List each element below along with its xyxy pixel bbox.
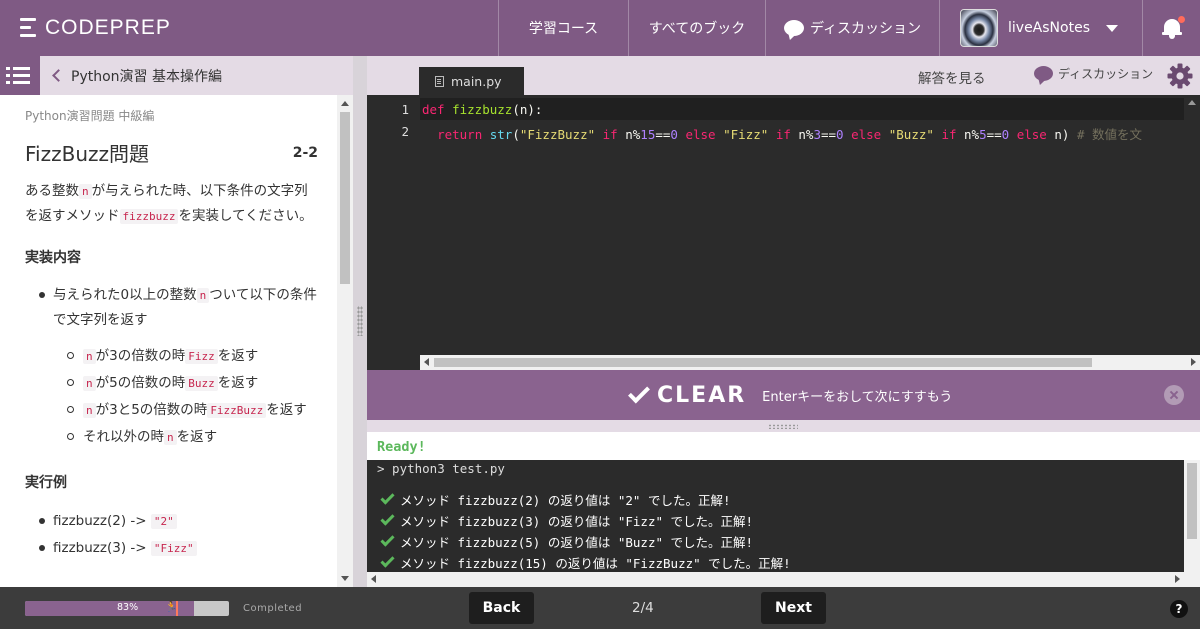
clear-banner: CLEAR Enterキーをおして次にすすもう <box>367 370 1200 420</box>
check-icon <box>628 381 650 403</box>
list-item: それ以外の時 n を返す <box>67 425 337 450</box>
console-output: > python3 test.py メソッド fizzbuzz(2) の返り値は… <box>367 460 1200 587</box>
top-nav: CODEPREP 学習コース すべてのブック ディスカッション liveAsNo… <box>0 0 1200 56</box>
list-item: n が3と5の倍数の時 FizzBuzz を返す <box>67 398 337 423</box>
clear-label: CLEAR <box>657 382 747 408</box>
discussion-link-label: ディスカッション <box>1058 67 1154 81</box>
show-answer-link[interactable]: 解答を見る <box>918 67 986 87</box>
example-heading: 実行例 <box>25 475 67 491</box>
username: liveAsNotes <box>1008 20 1090 36</box>
nav-discussion-label: ディスカッション <box>809 21 922 37</box>
problem-number: 2-2 <box>292 144 318 161</box>
file-tab-label: main.py <box>451 73 502 89</box>
close-icon[interactable] <box>1164 385 1184 405</box>
logo-text: CODEPREP <box>45 16 171 39</box>
list-item: fizzbuzz(3) -> "Fizz" <box>39 535 337 562</box>
chevron-left-icon[interactable] <box>52 69 65 82</box>
panel-splitter[interactable] <box>353 56 367 587</box>
help-button[interactable]: ? <box>1170 600 1188 618</box>
file-tab[interactable]: main.py <box>419 67 524 95</box>
test-result: メソッド fizzbuzz(5) の返り値は "Buzz" でした。正解! <box>380 532 753 551</box>
console-status: Ready! <box>377 439 426 455</box>
list-item: fizzbuzz(2) -> "2" <box>39 508 337 535</box>
app: CODEPREP 学習コース すべてのブック ディスカッション liveAsNo… <box>0 0 1200 629</box>
gear-icon[interactable] <box>1167 63 1193 89</box>
problem-description: ある整数 n が与えられた時、以下条件の文字列を返すメソッド fizzbuzz を実装し… <box>25 183 313 224</box>
chat-icon <box>783 20 804 36</box>
console-command: > python3 test.py <box>377 461 505 476</box>
next-button[interactable]: Next <box>761 592 826 624</box>
completed-label: Completed <box>243 603 303 614</box>
file-icon <box>435 75 444 87</box>
list-item: 与えられた0以上の整数 n ついて以下の条件で文字列を返す <box>39 283 337 332</box>
editor-hscrollbar[interactable] <box>420 355 1200 370</box>
nav-courses[interactable]: 学習コース <box>498 0 628 56</box>
impl-list: 与えられた0以上の整数 n ついて以下の条件で文字列を返す <box>25 283 337 332</box>
problem-toolbar: Python演習 基本操作編 <box>0 56 353 95</box>
problem-scrollbar[interactable] <box>337 95 353 587</box>
notifications-button[interactable] <box>1142 0 1200 56</box>
impl-heading: 実装内容 <box>25 250 81 266</box>
breadcrumb[interactable]: Python演習 基本操作編 <box>71 66 222 86</box>
test-result: メソッド fizzbuzz(3) の返り値は "Fizz" でした。正解! <box>380 511 753 530</box>
line-gutter: 1 2 <box>367 95 420 355</box>
example-list: fizzbuzz(2) -> "2" fizzbuzz(3) -> "Fizz" <box>25 508 337 562</box>
progress-label: 83% <box>117 602 139 613</box>
list-item: n が3の倍数の時 Fizz を返す <box>67 344 337 369</box>
check-icon <box>380 511 395 526</box>
caret-down-icon <box>1105 24 1118 32</box>
avatar <box>960 9 998 47</box>
page-indicator: 2/4 <box>632 600 654 616</box>
problem-content: Python演習問題 中級編 FizzBuzz問題 2-2 ある整数 n が与えられ… <box>0 95 337 587</box>
logo-icon <box>20 18 36 38</box>
check-icon <box>380 532 395 547</box>
check-icon <box>380 490 395 505</box>
code-line: return str("FizzBuzz" if n%15==0 else "F… <box>437 127 1143 142</box>
test-result: メソッド fizzbuzz(2) の返り値は "2" でした。正解! <box>380 490 731 509</box>
problem-category: Python演習問題 中級編 <box>25 109 155 123</box>
line-number: 1 <box>401 102 409 117</box>
nav-books[interactable]: すべてのブック <box>628 0 765 56</box>
nav-discussion[interactable]: ディスカッション <box>765 0 939 56</box>
bell-icon <box>1161 16 1185 39</box>
list-menu-button[interactable] <box>0 56 40 95</box>
code-editor[interactable]: 1 2 def fizzbuzz(n): return str("FizzBuz… <box>367 95 1200 370</box>
back-button[interactable]: Back <box>469 592 534 624</box>
chat-icon <box>1034 66 1053 81</box>
clear-message: Enterキーをおして次にすすもう <box>762 389 953 405</box>
progress-marker <box>176 601 178 616</box>
list-item: n が5の倍数の時 Buzz を返す <box>67 371 337 396</box>
logo[interactable]: CODEPREP <box>0 0 498 56</box>
check-icon <box>380 553 395 568</box>
user-menu[interactable]: liveAsNotes <box>939 0 1142 56</box>
console-hscrollbar[interactable] <box>367 572 1200 587</box>
discussion-link[interactable]: ディスカッション <box>1034 65 1153 82</box>
console-vscrollbar[interactable] <box>1184 460 1200 572</box>
test-result: メソッド fizzbuzz(15) の返り値は "FizzBuzz" でした。正… <box>380 553 791 572</box>
console-splitter[interactable] <box>367 420 1200 432</box>
problem-title: FizzBuzz問題 <box>25 142 149 166</box>
condition-list: n が3の倍数の時 Fizz を返す n が5の倍数の時 Buzz を返す n が3と5の倍数… <box>25 344 337 450</box>
editor-vscrollbar[interactable] <box>1184 95 1200 355</box>
footer-bar: 🏃 83% Completed Back 2/4 Next ? <box>0 587 1200 629</box>
editor-toolbar: main.py 解答を見る ディスカッション <box>367 56 1200 95</box>
problem-panel: Python演習 基本操作編 Python演習問題 中級編 FizzBuzz問題… <box>0 56 353 587</box>
progress-bar: 🏃 83% <box>25 601 229 616</box>
console-header: Ready! <box>367 432 1200 460</box>
code-line: def fizzbuzz(n): <box>422 102 543 117</box>
line-number: 2 <box>401 124 409 139</box>
